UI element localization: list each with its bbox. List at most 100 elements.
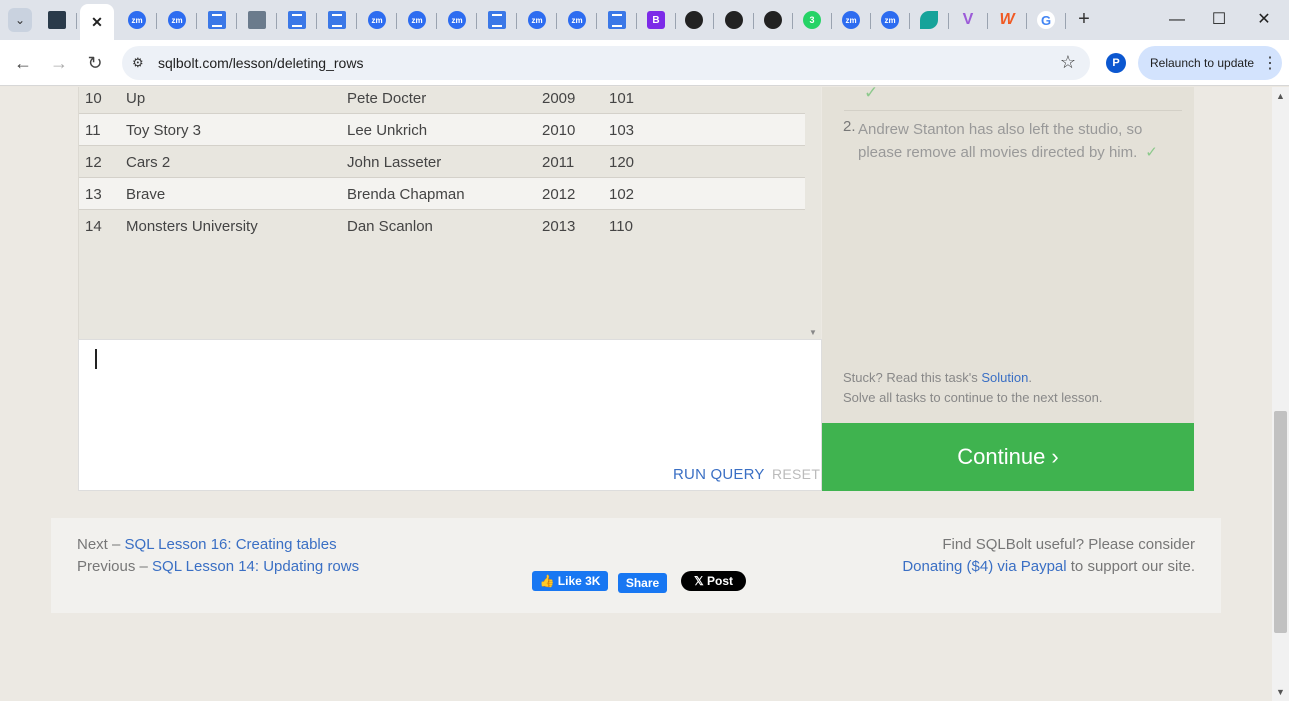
zm-favicon-icon: zm <box>568 11 586 29</box>
tab-separator <box>792 13 793 29</box>
menu-dots-icon[interactable]: ⋮ <box>1262 53 1278 73</box>
task-panel: ✓ 2. Andrew Stanton has also left the st… <box>822 87 1194 423</box>
tab[interactable] <box>756 7 793 33</box>
vee-favicon-icon: V <box>962 11 974 28</box>
tab-active[interactable]: ✕ <box>80 4 114 40</box>
site-info-icon[interactable]: ⚙ <box>132 55 148 71</box>
previous-lesson-link[interactable]: SQL Lesson 14: Updating rows <box>152 558 359 575</box>
tab[interactable]: zm <box>360 7 397 33</box>
tab[interactable]: zm <box>160 7 197 33</box>
next-lesson-link[interactable]: SQL Lesson 16: Creating tables <box>125 536 337 553</box>
table-row: 13 Brave Brenda Chapman 2012 102 <box>79 178 805 210</box>
cell-year: 2010 <box>542 122 576 139</box>
tab[interactable]: zm <box>120 7 157 33</box>
cell-id: 14 <box>85 218 102 235</box>
solve-hint: Solve all tasks to continue to the next … <box>843 390 1103 405</box>
donate-prompt: Find SQLBolt useful? Please consider <box>942 536 1195 553</box>
minimize-icon[interactable]: — <box>1165 8 1189 32</box>
tab-separator <box>396 13 397 29</box>
cell-length: 103 <box>609 122 635 139</box>
bs-favicon-icon: B <box>647 11 665 29</box>
run-query-button[interactable]: RUN QUERY <box>673 466 765 483</box>
solution-link[interactable]: Solution <box>981 370 1028 385</box>
close-window-icon[interactable]: ✕ <box>1252 8 1276 32</box>
x-post-button[interactable]: 𝕏 Post <box>681 571 746 591</box>
page-scrollbar[interactable]: ▲ ▼ <box>1272 87 1289 701</box>
scroll-down-icon[interactable]: ▼ <box>809 328 817 337</box>
tab[interactable] <box>320 7 357 33</box>
tab[interactable]: zm <box>873 7 910 33</box>
results-scrollbar[interactable]: ▼ <box>805 87 821 339</box>
scrollbar-thumb[interactable] <box>1274 411 1287 633</box>
tab-separator <box>436 13 437 29</box>
close-tab-icon[interactable]: ✕ <box>88 13 106 31</box>
stuck-prefix: Stuck? Read this task's <box>843 370 982 385</box>
tab[interactable] <box>912 7 949 33</box>
tab[interactable]: zm <box>400 7 437 33</box>
tab-search-button[interactable]: ⌄ <box>8 8 32 32</box>
zm-favicon-icon: zm <box>528 11 546 29</box>
tab-separator <box>636 13 637 29</box>
tab-separator <box>476 13 477 29</box>
sql-editor[interactable]: RUN QUERY RESET <box>78 339 822 491</box>
tab[interactable] <box>240 7 277 33</box>
cell-title: Monsters University <box>126 218 258 235</box>
continue-button[interactable]: Continue › <box>822 423 1194 491</box>
stuck-hint: Stuck? Read this task's Solution. <box>843 370 1032 385</box>
task-text: Andrew Stanton has also left the studio,… <box>858 121 1143 161</box>
g-favicon-icon: G <box>1037 11 1055 29</box>
donate-link[interactable]: Donating ($4) via Paypal <box>902 558 1066 575</box>
tab[interactable] <box>280 7 317 33</box>
new-tab-button[interactable]: + <box>1073 8 1095 30</box>
tab[interactable] <box>600 7 637 33</box>
scroll-down-icon[interactable]: ▼ <box>1276 687 1285 697</box>
leaf-favicon-icon <box>920 11 938 29</box>
relaunch-button[interactable]: Relaunch to update ⋮ <box>1138 46 1282 80</box>
tab[interactable] <box>677 7 714 33</box>
tab[interactable]: zm <box>440 7 477 33</box>
doc-favicon-icon <box>328 11 346 29</box>
reload-icon[interactable]: ↻ <box>83 51 107 75</box>
cell-year: 2013 <box>542 218 576 235</box>
cell-director: Pete Docter <box>347 90 427 107</box>
tab[interactable]: B <box>639 7 676 33</box>
tab-separator <box>675 13 676 29</box>
tab[interactable]: G <box>1029 7 1066 33</box>
facebook-like-button[interactable]: 👍 Like 3K <box>532 571 608 591</box>
zm-favicon-icon: zm <box>881 11 899 29</box>
forward-arrow-icon[interactable]: → <box>47 51 71 75</box>
url-text[interactable]: sqlbolt.com/lesson/deleting_rows <box>158 55 363 71</box>
doc-favicon-icon <box>288 11 306 29</box>
tab-separator <box>516 13 517 29</box>
tab[interactable]: V <box>951 7 988 33</box>
tab[interactable]: zm <box>560 7 597 33</box>
tab[interactable] <box>717 7 754 33</box>
relaunch-label: Relaunch to update <box>1150 56 1255 70</box>
tab[interactable] <box>480 7 517 33</box>
stuck-suffix: . <box>1028 370 1032 385</box>
tab[interactable]: 3 <box>795 7 832 33</box>
tab[interactable]: zm <box>834 7 871 33</box>
facebook-share-button[interactable]: Share <box>618 573 667 593</box>
tab[interactable]: W <box>990 7 1027 33</box>
tab-separator <box>556 13 557 29</box>
scroll-up-icon[interactable]: ▲ <box>1276 91 1285 101</box>
tab-separator <box>156 13 157 29</box>
zm-favicon-icon: zm <box>368 11 386 29</box>
prev-prefix: Previous – <box>77 558 153 575</box>
reset-button[interactable]: RESET <box>772 466 820 482</box>
tab[interactable] <box>40 7 77 33</box>
tab[interactable] <box>200 7 237 33</box>
back-arrow-icon[interactable]: ← <box>11 51 35 75</box>
tab[interactable]: zm <box>520 7 557 33</box>
bookmark-star-icon[interactable]: ☆ <box>1060 52 1076 73</box>
address-bar[interactable]: ⚙ sqlbolt.com/lesson/deleting_rows ☆ <box>122 46 1090 80</box>
profile-avatar[interactable]: P <box>1106 53 1126 73</box>
zm-favicon-icon: zm <box>168 11 186 29</box>
cell-year: 2009 <box>542 90 576 107</box>
maximize-icon[interactable]: ☐ <box>1207 8 1231 32</box>
cell-length: 120 <box>609 154 635 171</box>
zm-favicon-icon: zm <box>408 11 426 29</box>
doc-favicon-icon <box>208 11 226 29</box>
zm-favicon-icon: zm <box>448 11 466 29</box>
